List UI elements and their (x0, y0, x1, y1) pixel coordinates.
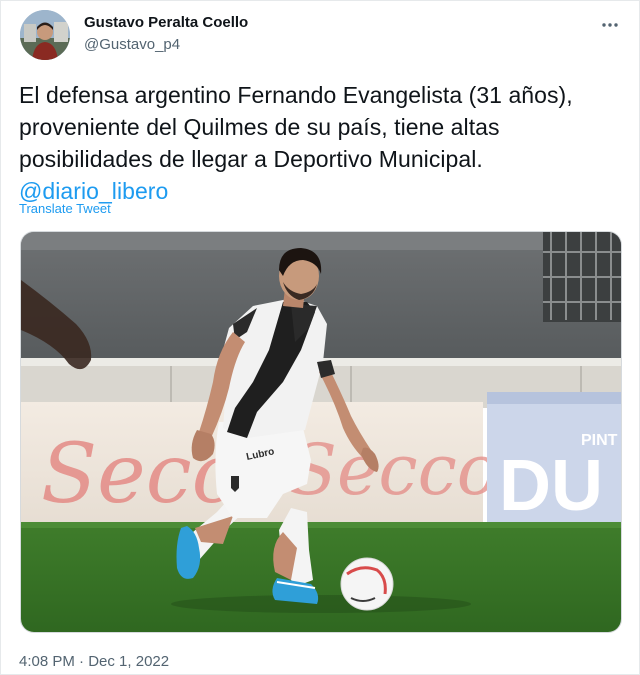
tweet-text: El defensa argentino Fernando Evangelist… (19, 79, 619, 207)
tweet-text-line: proveniente del Quilmes de su país, tien… (19, 114, 500, 140)
more-options-icon[interactable] (599, 13, 621, 33)
billboard-right-main-text: DU (499, 446, 603, 526)
tweet-header: Gustavo Peralta Coello @Gustavo_p4 (19, 9, 623, 61)
tweet-card: Gustavo Peralta Coello @Gustavo_p4 El de… (0, 0, 640, 675)
tweet-text-line: El defensa argentino Fernando Evangelist… (19, 82, 573, 108)
tweet-time: 4:08 PM (19, 653, 75, 670)
svg-text:Secco: Secco (289, 429, 499, 511)
avatar[interactable] (20, 10, 70, 60)
display-name[interactable]: Gustavo Peralta Coello (84, 13, 248, 33)
username-handle[interactable]: @Gustavo_p4 (84, 35, 248, 55)
tweet-timestamp[interactable]: 4:08 PM · Dec 1, 2022 (19, 652, 169, 672)
tweet-text-line: posibilidades de llegar a Deportivo Muni… (19, 146, 483, 172)
timestamp-separator: · (74, 653, 89, 670)
translate-tweet-link[interactable]: Translate Tweet (19, 201, 111, 217)
author-names: Gustavo Peralta Coello @Gustavo_p4 (84, 13, 248, 55)
football-player-photo: Secco Secco PINT DU Lubro (21, 232, 621, 632)
tweet-photo[interactable]: Secco Secco PINT DU Lubro (20, 231, 622, 633)
avatar-image (20, 10, 70, 60)
tweet-date: Dec 1, 2022 (88, 653, 170, 670)
